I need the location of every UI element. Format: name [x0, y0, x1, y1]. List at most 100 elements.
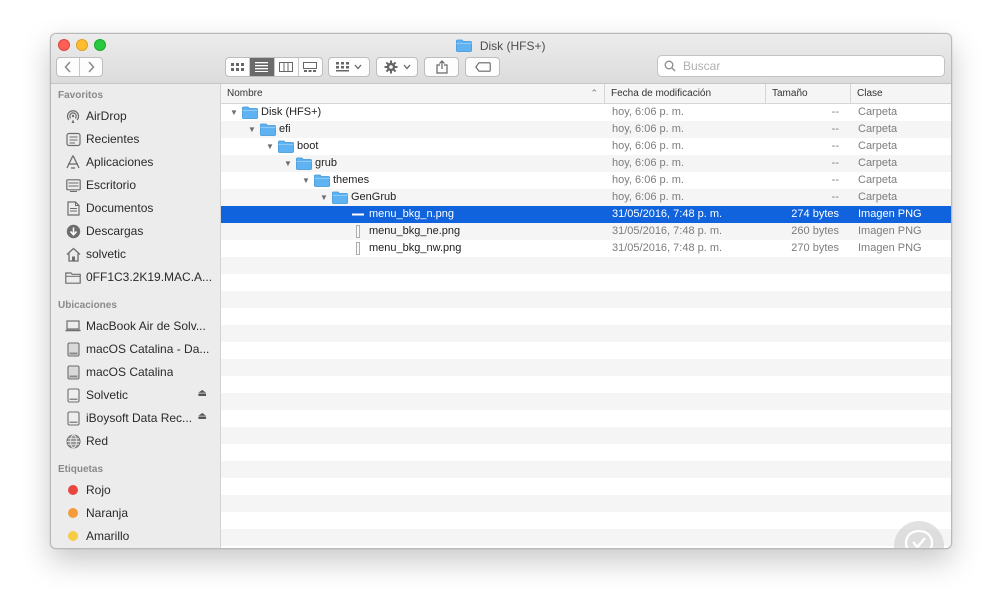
- column-header-label: Clase: [857, 88, 883, 99]
- empty-row: [221, 410, 951, 427]
- sidebar-item-solvetic-drive[interactable]: Solvetic ⏏: [65, 385, 215, 405]
- desktop-icon: [65, 177, 81, 193]
- empty-row: [221, 376, 951, 393]
- disclosure-triangle-icon[interactable]: ▼: [229, 104, 239, 121]
- column-header-kind[interactable]: Clase: [850, 84, 951, 103]
- sidebar-item-escritorio[interactable]: Escritorio: [65, 175, 215, 195]
- file-size: --: [831, 174, 839, 186]
- document-icon: [65, 200, 81, 216]
- file-size: 270 bytes: [791, 242, 839, 254]
- file-row[interactable]: ▼ efi hoy, 6:06 p. m. -- Carpeta: [221, 121, 951, 138]
- file-row[interactable]: menu_bkg_n.png 31/05/2016, 7:48 p. m. 274 …: [221, 206, 951, 223]
- share-button[interactable]: [424, 57, 459, 77]
- file-row[interactable]: ▼ grub hoy, 6:06 p. m. -- Carpeta: [221, 155, 951, 172]
- sidebar-item-label: Descargas: [86, 224, 144, 238]
- file-date: hoy, 6:06 p. m.: [612, 191, 684, 203]
- file-row[interactable]: ▼ Disk (HFS+) hoy, 6:06 p. m. -- Carpeta: [221, 104, 951, 121]
- action-menu-button[interactable]: [376, 57, 418, 77]
- sidebar-item-label: Amarillo: [86, 529, 130, 543]
- window-title-text: Disk (HFS+): [479, 38, 546, 53]
- file-date: 31/05/2016, 7:48 p. m.: [612, 225, 723, 237]
- file-name: efi: [279, 123, 291, 135]
- sidebar-item-iboysoft[interactable]: iBoysoft Data Rec... ⏏: [65, 408, 215, 428]
- column-header-label: Tamaño: [772, 88, 808, 99]
- home-icon: [65, 246, 81, 262]
- sidebar-item-documentos[interactable]: Documentos: [65, 198, 215, 218]
- sidebar-item-solvetic-home[interactable]: solvetic: [65, 244, 215, 264]
- group-by-button[interactable]: [328, 57, 370, 77]
- sidebar-section-locations: Ubicaciones: [58, 300, 117, 311]
- forward-button[interactable]: [79, 58, 102, 76]
- file-row[interactable]: ▼ boot hoy, 6:06 p. m. -- Carpeta: [221, 138, 951, 155]
- file-row[interactable]: menu_bkg_nw.png 31/05/2016, 7:48 p. m. 270…: [221, 240, 951, 257]
- file-name: menu_bkg_nw.png: [369, 242, 462, 254]
- file-kind: Carpeta: [858, 140, 898, 152]
- window-title: Disk (HFS+): [51, 37, 951, 54]
- column-header-label: Fecha de modificación: [611, 88, 712, 99]
- column-header-date[interactable]: Fecha de modificación: [604, 84, 765, 103]
- sidebar-item-red[interactable]: Red: [65, 431, 215, 451]
- tag-icon: [474, 62, 491, 72]
- sidebar-item-recientes[interactable]: Recientes: [65, 129, 215, 149]
- edit-tags-button[interactable]: [465, 57, 500, 77]
- disclosure-triangle-icon[interactable]: ▼: [247, 121, 257, 138]
- column-view-icon: [279, 62, 294, 72]
- sidebar-item-label: 0FF1C3.2K19.MAC.A...: [86, 270, 213, 284]
- sidebar-item-label: Solvetic: [86, 388, 129, 402]
- eject-icon[interactable]: ⏏: [198, 411, 207, 422]
- disclosure-triangle-icon[interactable]: ▼: [283, 155, 293, 172]
- sidebar-item-macbook-air[interactable]: MacBook Air de Solv...: [65, 316, 215, 336]
- tag-color-dot-icon: [65, 505, 81, 521]
- gear-icon: [384, 60, 397, 74]
- disclosure-triangle-icon[interactable]: ▼: [265, 138, 275, 155]
- file-size: --: [831, 123, 839, 135]
- view-list-button[interactable]: [249, 58, 274, 76]
- back-button[interactable]: [57, 58, 79, 76]
- file-row[interactable]: menu_bkg_ne.png 31/05/2016, 7:48 p. m. 260…: [221, 223, 951, 240]
- file-size: --: [831, 140, 839, 152]
- search-field[interactable]: [657, 55, 945, 77]
- column-header-size[interactable]: Tamaño: [765, 84, 850, 103]
- sort-ascending-icon: ⌃: [590, 88, 598, 98]
- gallery-view-icon: [303, 62, 318, 72]
- sidebar-item-macos-catalina[interactable]: macOS Catalina: [65, 362, 215, 382]
- sidebar-item-aplicaciones[interactable]: Aplicaciones: [65, 152, 215, 172]
- empty-row: [221, 393, 951, 410]
- sidebar-tag-amarillo[interactable]: Amarillo: [65, 526, 215, 546]
- file-name: grub: [315, 157, 338, 169]
- view-columns-button[interactable]: [273, 58, 298, 76]
- sidebar-tag-naranja[interactable]: Naranja: [65, 503, 215, 523]
- chevron-right-icon: [88, 61, 95, 73]
- sidebar-item-folder[interactable]: 0FF1C3.2K19.MAC.A...: [65, 267, 215, 287]
- file-size: 260 bytes: [791, 225, 839, 237]
- sidebar-item-descargas[interactable]: Descargas: [65, 221, 215, 241]
- file-row[interactable]: ▼ GenGrub hoy, 6:06 p. m. -- Carpeta: [221, 189, 951, 206]
- file-row[interactable]: ▼ themes hoy, 6:06 p. m. -- Carpeta: [221, 172, 951, 189]
- png-file-icon: [350, 208, 366, 221]
- empty-row: [221, 342, 951, 359]
- folder-icon: [332, 191, 348, 204]
- disclosure-triangle-icon[interactable]: ▼: [319, 189, 329, 206]
- sidebar-item-label: Rojo: [86, 483, 111, 497]
- sidebar-tag-rojo[interactable]: Rojo: [65, 480, 215, 500]
- file-date: hoy, 6:06 p. m.: [612, 106, 684, 118]
- file-kind: Imagen PNG: [858, 242, 922, 254]
- empty-row: [221, 529, 951, 546]
- sidebar-item-label: Documentos: [86, 201, 154, 215]
- file-kind: Carpeta: [858, 174, 898, 186]
- column-header-label: Nombre: [227, 88, 263, 99]
- column-header-name[interactable]: Nombre ⌃: [221, 84, 604, 103]
- view-gallery-button[interactable]: [297, 58, 322, 76]
- search-input[interactable]: [681, 58, 935, 74]
- file-name: Disk (HFS+): [261, 106, 322, 118]
- sidebar-item-macos-catalina-data[interactable]: macOS Catalina - Da...: [65, 339, 215, 359]
- file-size: 274 bytes: [791, 208, 839, 220]
- file-kind: Carpeta: [858, 191, 898, 203]
- folder-icon: [296, 157, 312, 170]
- disclosure-triangle-icon[interactable]: ▼: [301, 172, 311, 189]
- eject-icon[interactable]: ⏏: [198, 388, 207, 399]
- sidebar-item-airdrop[interactable]: AirDrop: [65, 106, 215, 126]
- empty-row: [221, 512, 951, 529]
- view-icons-button[interactable]: [226, 58, 249, 76]
- sidebar: Favoritos AirDrop Recientes Aplicaciones…: [51, 84, 221, 548]
